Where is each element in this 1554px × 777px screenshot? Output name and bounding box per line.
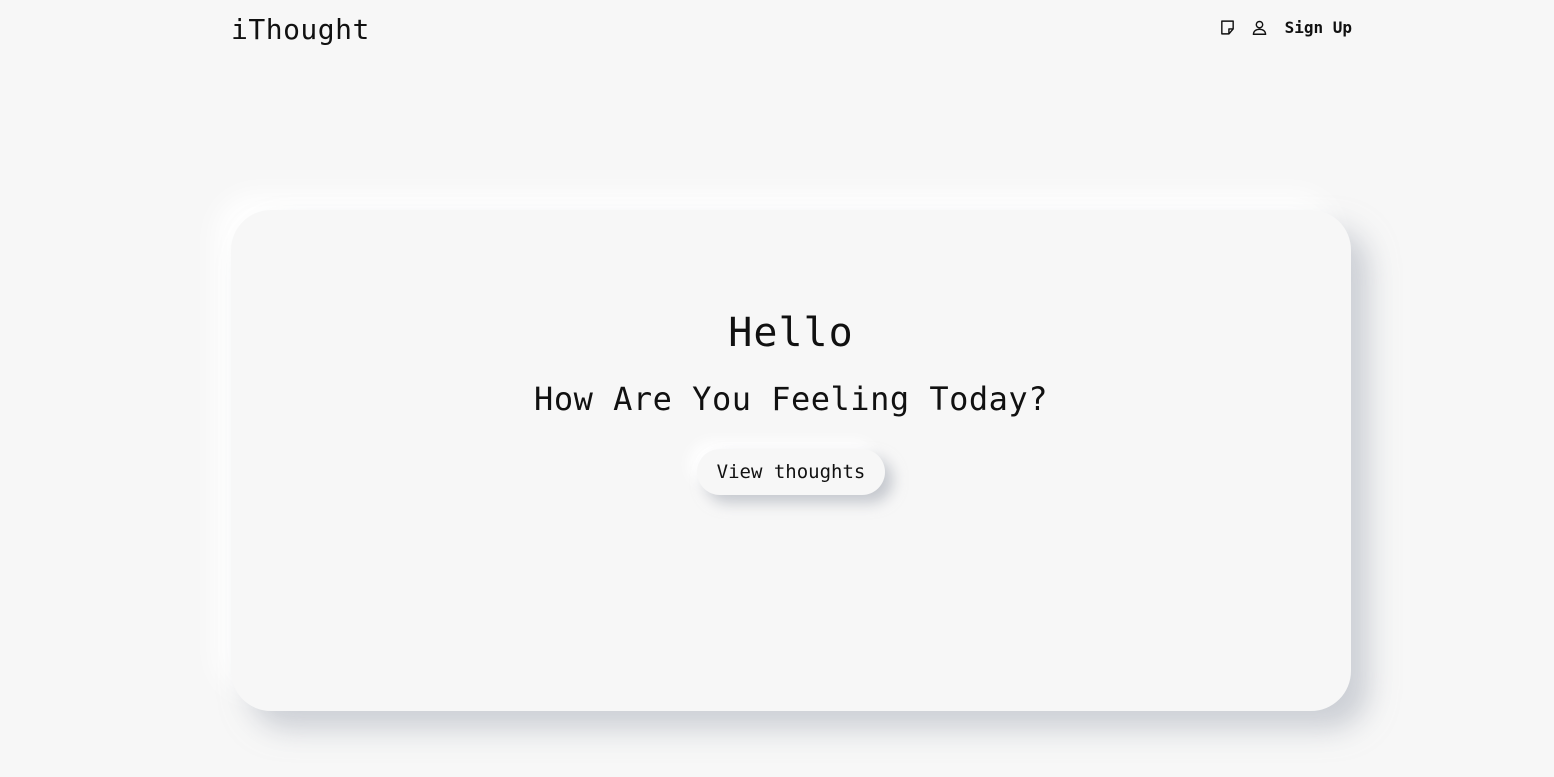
user-icon[interactable] (1251, 18, 1269, 36)
brand-logo-link[interactable]: iThought (231, 13, 370, 46)
hero-title: Hello (728, 310, 854, 356)
user-icon-graphic (1252, 20, 1267, 35)
navbar: iThought Sign Up (231, 0, 1352, 56)
view-thoughts-button[interactable]: View thoughts (697, 449, 885, 495)
sign-up-link[interactable]: Sign Up (1285, 18, 1352, 37)
note-icon-graphic (1221, 19, 1234, 35)
note-icon[interactable] (1219, 18, 1237, 36)
hero-card: Hello How Are You Feeling Today? View th… (231, 210, 1351, 711)
page: iThought Sign Up Hello How Are You Feeli… (0, 0, 1554, 777)
hero-subtitle: How Are You Feeling Today? (534, 380, 1048, 418)
nav-actions: Sign Up (1219, 18, 1352, 37)
